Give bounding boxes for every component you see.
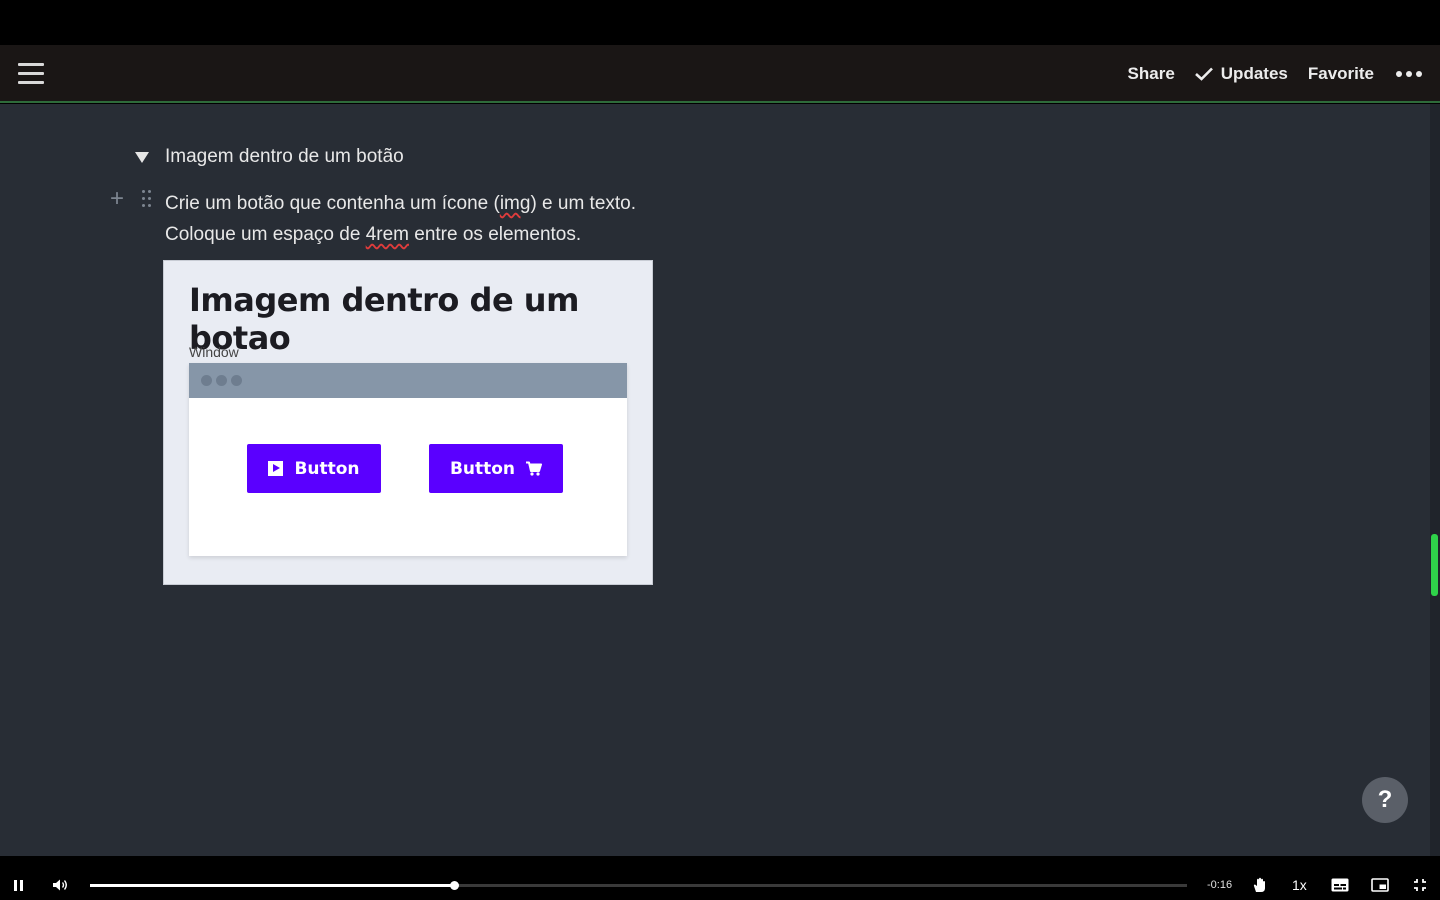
playback-speed-button[interactable]: 1x: [1292, 870, 1307, 900]
progress-scrubber[interactable]: [450, 881, 460, 890]
block-handles: +: [110, 187, 152, 211]
drag-handle-icon[interactable]: [142, 190, 152, 208]
paragraph-line2-end: entre os elementos.: [408, 224, 582, 245]
add-block-icon[interactable]: +: [110, 187, 132, 211]
document-canvas: Imagem dentro de um botão + Crie um botã…: [0, 104, 1440, 856]
window-dot-icon: [216, 375, 227, 386]
volume-button[interactable]: [52, 870, 68, 900]
paragraph-line1-start: Crie um botão que contenha um ícone (: [165, 193, 500, 214]
toggle-title[interactable]: Imagem dentro de um botão: [165, 146, 404, 168]
pause-icon: [14, 879, 24, 891]
embedded-window: Button Button: [189, 363, 627, 556]
check-icon: [1194, 67, 1213, 81]
header-actions: Share Updates Favorite: [1108, 45, 1422, 103]
toggle-triangle-icon[interactable]: [135, 151, 149, 163]
paragraph-line2-start: Coloque um espaço de: [165, 224, 366, 245]
captions-button[interactable]: [1331, 870, 1349, 900]
scrollbar-thumb[interactable]: [1431, 534, 1438, 596]
volume-icon: [53, 879, 67, 891]
paragraph-line1-end: ) e um texto.: [530, 193, 637, 214]
picture-in-picture-button[interactable]: [1371, 870, 1389, 900]
hand-icon: [1253, 877, 1265, 892]
embedded-image[interactable]: Imagem dentro de um botao Window Button …: [163, 260, 653, 585]
favorite-button[interactable]: Favorite: [1308, 64, 1374, 84]
video-player-controls: -0:16 1x: [0, 870, 1440, 900]
toggle-block: Imagem dentro de um botão: [135, 146, 404, 168]
paragraph-block[interactable]: Crie um botão que contenha um ícone (img…: [165, 188, 725, 250]
spellcheck-word-4rem: 4rem: [365, 224, 409, 245]
spellcheck-word-img: img: [499, 193, 531, 214]
more-options-icon[interactable]: [1396, 71, 1422, 77]
time-remaining: -0:16: [1207, 879, 1233, 891]
cart-icon: [526, 461, 543, 476]
updates-button[interactable]: Updates: [1194, 64, 1288, 84]
demo-button-with-play-icon: Button: [247, 444, 381, 493]
picture-in-picture-icon: [1371, 878, 1389, 892]
demo-button-left-label: Button: [294, 458, 360, 479]
progress-fill: [90, 884, 455, 887]
demo-button-right-label: Button: [449, 458, 516, 479]
exit-fullscreen-icon: [1414, 879, 1426, 891]
embedded-window-titlebar: [189, 363, 627, 398]
play-icon: [268, 461, 284, 476]
window-dot-icon: [231, 375, 242, 386]
share-button[interactable]: Share: [1128, 64, 1175, 84]
exit-fullscreen-button[interactable]: [1413, 870, 1427, 900]
embedded-image-heading: Imagem dentro de um botao: [189, 281, 579, 357]
embedded-window-label: Window: [189, 344, 239, 360]
progress-bar[interactable]: [90, 881, 1187, 890]
pause-button[interactable]: [14, 870, 24, 900]
captions-icon: [1331, 878, 1349, 892]
hamburger-menu-icon[interactable]: [18, 63, 44, 85]
app-header: Share Updates Favorite: [0, 45, 1440, 103]
demo-button-with-cart-icon: Button: [429, 444, 563, 493]
window-dot-icon: [201, 375, 212, 386]
scrollbar-track[interactable]: [1430, 104, 1440, 856]
share-label: Share: [1127, 64, 1175, 83]
favorite-label: Favorite: [1307, 64, 1374, 83]
top-letterbox: [0, 0, 1440, 45]
help-button[interactable]: ?: [1362, 777, 1408, 823]
updates-label: Updates: [1220, 64, 1288, 83]
hand-raise-button[interactable]: [1252, 870, 1269, 900]
